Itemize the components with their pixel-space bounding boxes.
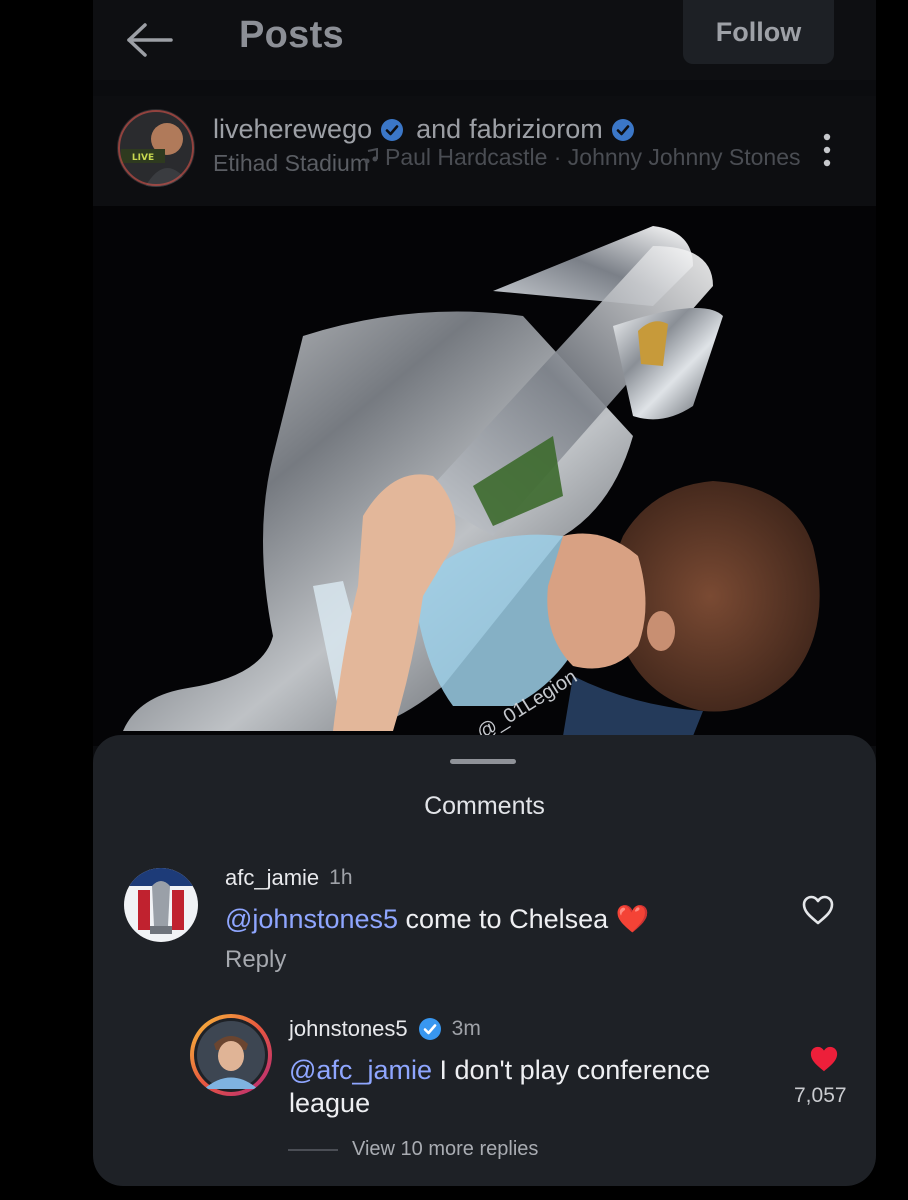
reply-like-count: 7,057	[794, 1084, 847, 1107]
post-location[interactable]: Etihad Stadium Paul Hardcastle · Johnny …	[213, 144, 801, 177]
view-more-label: View 10 more replies	[352, 1138, 539, 1160]
svg-text:LIVE: LIVE	[132, 153, 154, 163]
reply-time: 3m	[451, 1017, 481, 1040]
comment-username[interactable]: afc_jamie	[225, 865, 319, 891]
verified-icon	[611, 118, 634, 141]
author-name-1[interactable]: liveherewego	[213, 114, 372, 145]
back-button[interactable]	[123, 18, 177, 62]
audio-label: Paul Hardcastle · Johnny Johnny Stones	[385, 144, 801, 170]
comments-sheet: Comments afc_jamie 1h @johnstones5 come …	[93, 735, 876, 1186]
reply-username[interactable]: johnstones5	[289, 1016, 408, 1042]
comment-body: come to Chelsea ❤️	[398, 904, 650, 934]
comment-text: @johnstones5 come to Chelsea ❤️	[225, 903, 785, 936]
post-header: LIVE liveherewego and fabriziorom Etihad…	[93, 96, 876, 206]
heart-filled-icon[interactable]	[808, 1044, 840, 1074]
comment-username-row: afc_jamie 1h	[225, 865, 353, 891]
reply-username-row: johnstones5 3m	[289, 1016, 481, 1042]
comment-mention[interactable]: @johnstones5	[225, 904, 398, 934]
location-text: Etihad Stadium	[213, 150, 369, 176]
author-avatar[interactable]: LIVE	[117, 109, 195, 187]
more-vertical-icon[interactable]	[817, 132, 837, 168]
top-bar: Posts Follow	[93, 0, 876, 80]
heart-outline-icon[interactable]	[801, 894, 835, 926]
trophy-photo	[123, 226, 820, 736]
sheet-drag-handle[interactable]	[450, 759, 516, 764]
view-more-replies[interactable]: View 10 more replies	[288, 1138, 538, 1161]
page-title: Posts	[239, 14, 344, 56]
reply-mention[interactable]: @afc_jamie	[289, 1055, 432, 1085]
audio-icon	[364, 148, 378, 164]
follow-button[interactable]: Follow	[683, 0, 834, 64]
reply-button[interactable]: Reply	[225, 946, 286, 974]
phone-screen: Posts Follow LIVE liveherewego and fabri…	[93, 0, 876, 1186]
post-image[interactable]: @_01Legion	[93, 206, 876, 746]
commenter-avatar[interactable]	[124, 868, 198, 942]
reply-text: @afc_jamie I don't play conference leagu…	[289, 1054, 759, 1120]
post-authors: liveherewego and fabriziorom	[213, 114, 647, 145]
verified-icon	[381, 118, 404, 141]
comment-time: 1h	[329, 866, 353, 889]
view-more-divider	[288, 1148, 338, 1151]
comments-title: Comments	[424, 792, 545, 820]
verified-icon	[418, 1018, 441, 1040]
reply-avatar[interactable]	[190, 1014, 272, 1096]
audio-track[interactable]: Paul Hardcastle · Johnny Johnny Stones	[364, 144, 801, 171]
author-joiner: and	[416, 114, 462, 144]
back-arrow-icon	[127, 23, 173, 57]
author-name-2[interactable]: fabriziorom	[469, 114, 603, 145]
